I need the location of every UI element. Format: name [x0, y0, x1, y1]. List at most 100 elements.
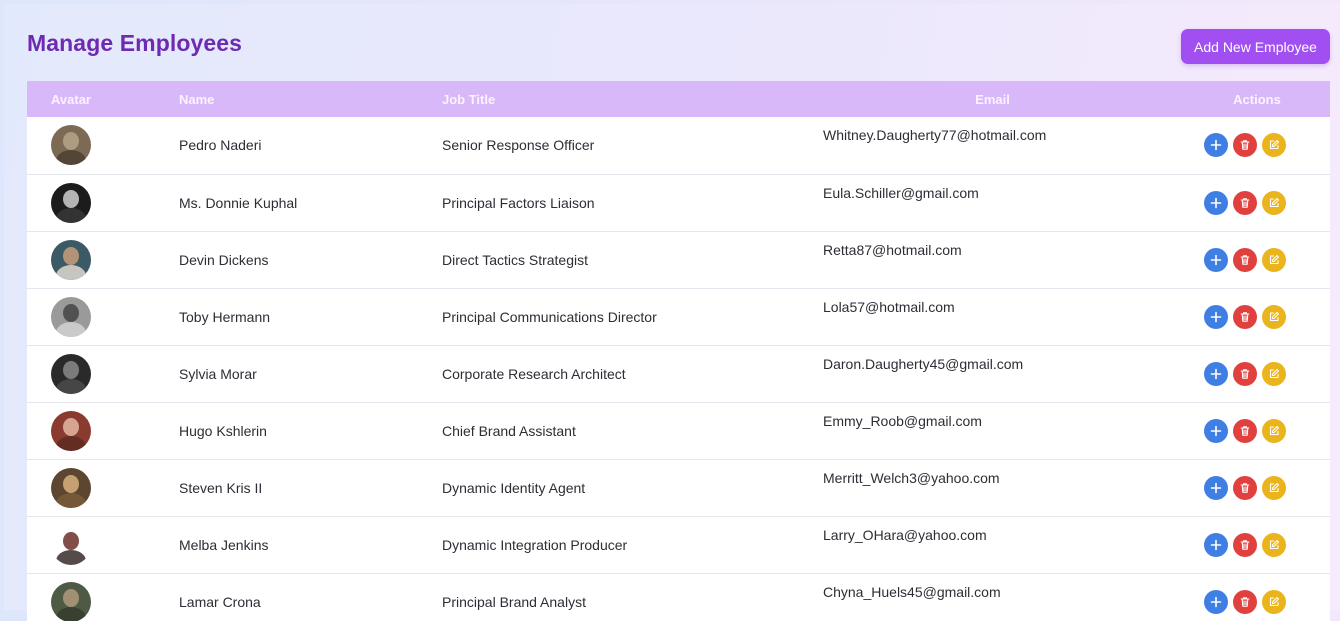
- employee-name: Steven Kris II: [155, 459, 418, 516]
- table-row: Devin Dickens Direct Tactics Strategist …: [27, 231, 1330, 288]
- avatar: [51, 411, 91, 451]
- avatar-head: [63, 304, 79, 322]
- column-header-avatar: Avatar: [27, 81, 155, 117]
- plus-icon: [1209, 424, 1223, 438]
- add-action-button[interactable]: [1204, 533, 1228, 557]
- edit-icon: [1267, 138, 1281, 152]
- employee-job-title: Dynamic Integration Producer: [418, 516, 801, 573]
- edit-action-button[interactable]: [1262, 533, 1286, 557]
- edit-icon: [1267, 595, 1281, 609]
- plus-icon: [1209, 196, 1223, 210]
- add-action-button[interactable]: [1204, 419, 1228, 443]
- edit-action-button[interactable]: [1262, 362, 1286, 386]
- add-employee-button[interactable]: Add New Employee: [1181, 29, 1330, 64]
- employee-job-title: Principal Factors Liaison: [418, 174, 801, 231]
- avatar-cell: [27, 516, 155, 573]
- table-row: Toby Hermann Principal Communications Di…: [27, 288, 1330, 345]
- add-action-button[interactable]: [1204, 362, 1228, 386]
- employee-job-title: Principal Brand Analyst: [418, 573, 801, 621]
- edit-action-button[interactable]: [1262, 133, 1286, 157]
- plus-icon: [1209, 253, 1223, 267]
- employee-name: Sylvia Morar: [155, 345, 418, 402]
- delete-action-button[interactable]: [1233, 476, 1257, 500]
- trash-icon: [1238, 196, 1252, 210]
- avatar: [51, 354, 91, 394]
- employee-email: Lola57@hotmail.com: [801, 288, 1184, 345]
- edit-action-button[interactable]: [1262, 191, 1286, 215]
- avatar-cell: [27, 573, 155, 621]
- edit-action-button[interactable]: [1262, 419, 1286, 443]
- actions-cell: [1184, 288, 1330, 345]
- avatar-shoulders: [56, 436, 86, 451]
- avatar-head: [63, 589, 79, 607]
- avatar-cell: [27, 459, 155, 516]
- edit-icon: [1267, 481, 1281, 495]
- edit-icon: [1267, 310, 1281, 324]
- avatar-cell: [27, 174, 155, 231]
- employee-job-title: Corporate Research Architect: [418, 345, 801, 402]
- edit-icon: [1267, 253, 1281, 267]
- table-row: Lamar Crona Principal Brand Analyst Chyn…: [27, 573, 1330, 621]
- plus-icon: [1209, 138, 1223, 152]
- employee-email: Chyna_Huels45@gmail.com: [801, 573, 1184, 621]
- employee-email: Eula.Schiller@gmail.com: [801, 174, 1184, 231]
- avatar-shoulders: [56, 493, 86, 508]
- row-actions: [1204, 533, 1330, 557]
- table-row: Pedro Naderi Senior Response Officer Whi…: [27, 117, 1330, 174]
- delete-action-button[interactable]: [1233, 133, 1257, 157]
- plus-icon: [1209, 595, 1223, 609]
- row-actions: [1204, 476, 1330, 500]
- add-action-button[interactable]: [1204, 191, 1228, 215]
- add-action-button[interactable]: [1204, 248, 1228, 272]
- plus-icon: [1209, 481, 1223, 495]
- employee-name: Melba Jenkins: [155, 516, 418, 573]
- edit-action-button[interactable]: [1262, 305, 1286, 329]
- column-header-job-title: Job Title: [418, 81, 801, 117]
- employee-email: Retta87@hotmail.com: [801, 231, 1184, 288]
- add-action-button[interactable]: [1204, 133, 1228, 157]
- avatar-shoulders: [56, 379, 86, 394]
- add-action-button[interactable]: [1204, 476, 1228, 500]
- delete-action-button[interactable]: [1233, 305, 1257, 329]
- actions-cell: [1184, 117, 1330, 174]
- trash-icon: [1238, 367, 1252, 381]
- table-row: Melba Jenkins Dynamic Integration Produc…: [27, 516, 1330, 573]
- table-row: Hugo Kshlerin Chief Brand Assistant Emmy…: [27, 402, 1330, 459]
- avatar-head: [63, 190, 79, 208]
- employee-job-title: Dynamic Identity Agent: [418, 459, 801, 516]
- add-action-button[interactable]: [1204, 305, 1228, 329]
- employee-email: Daron.Daugherty45@gmail.com: [801, 345, 1184, 402]
- table-row: Steven Kris II Dynamic Identity Agent Me…: [27, 459, 1330, 516]
- avatar: [51, 240, 91, 280]
- delete-action-button[interactable]: [1233, 533, 1257, 557]
- row-actions: [1204, 305, 1330, 329]
- edit-action-button[interactable]: [1262, 476, 1286, 500]
- avatar-shoulders: [56, 208, 86, 223]
- avatar-cell: [27, 402, 155, 459]
- delete-action-button[interactable]: [1233, 362, 1257, 386]
- column-header-actions: Actions: [1184, 81, 1330, 117]
- avatar-head: [63, 475, 79, 493]
- delete-action-button[interactable]: [1233, 248, 1257, 272]
- employee-job-title: Chief Brand Assistant: [418, 402, 801, 459]
- trash-icon: [1238, 481, 1252, 495]
- actions-cell: [1184, 573, 1330, 621]
- avatar-shoulders: [56, 607, 86, 621]
- employee-name: Devin Dickens: [155, 231, 418, 288]
- employee-name: Hugo Kshlerin: [155, 402, 418, 459]
- row-actions: [1204, 133, 1330, 157]
- delete-action-button[interactable]: [1233, 419, 1257, 443]
- avatar-head: [63, 361, 79, 379]
- delete-action-button[interactable]: [1233, 191, 1257, 215]
- avatar: [51, 125, 91, 165]
- employee-email: Merritt_Welch3@yahoo.com: [801, 459, 1184, 516]
- page-title: Manage Employees: [27, 30, 242, 57]
- employee-email: Emmy_Roob@gmail.com: [801, 402, 1184, 459]
- row-actions: [1204, 248, 1330, 272]
- employee-job-title: Senior Response Officer: [418, 117, 801, 174]
- edit-action-button[interactable]: [1262, 248, 1286, 272]
- employee-name: Ms. Donnie Kuphal: [155, 174, 418, 231]
- row-actions: [1204, 191, 1330, 215]
- avatar-shoulders: [56, 150, 86, 165]
- employees-table: Avatar Name Job Title Email Actions Pedr…: [27, 81, 1330, 621]
